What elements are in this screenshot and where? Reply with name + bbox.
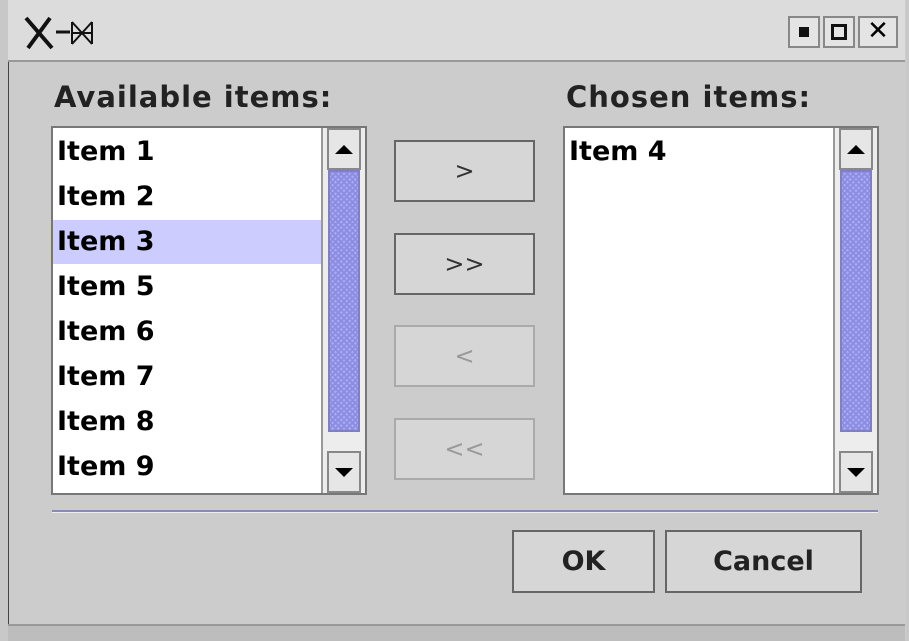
x-window-logo-icon (24, 16, 93, 50)
scroll-thumb[interactable] (328, 170, 360, 432)
list-item[interactable]: Item 5 (57, 265, 155, 309)
scroll-down-button[interactable] (839, 451, 873, 493)
bottom-frame-strip (8, 624, 905, 641)
list-item[interactable]: Item 2 (57, 175, 155, 219)
available-items-label: Available items: (54, 80, 333, 114)
minimize-button[interactable] (788, 16, 820, 48)
list-item[interactable]: Item 6 (57, 310, 155, 354)
close-button[interactable]: ✕ (858, 16, 898, 48)
ok-button[interactable]: OK (512, 530, 655, 593)
available-items-list[interactable]: Item 1 Item 2 Item 3 Item 5 Item 6 Item 7 Item… (51, 126, 367, 495)
cancel-button[interactable]: Cancel (665, 530, 862, 593)
scroll-up-button[interactable] (327, 128, 361, 170)
list-item[interactable]: Item 4 (569, 130, 667, 174)
title-bar[interactable]: ✕ (8, 0, 905, 62)
available-list-scrollbar[interactable] (321, 128, 365, 493)
add-all-button[interactable]: >> (394, 233, 535, 295)
scroll-thumb[interactable] (840, 170, 872, 432)
chosen-items-list[interactable]: Item 4 (563, 126, 879, 495)
list-item[interactable]: Item 8 (57, 400, 155, 444)
maximize-icon (831, 24, 847, 40)
chevron-up-icon (847, 144, 865, 154)
maximize-button[interactable] (823, 16, 855, 48)
scroll-down-button[interactable] (327, 451, 361, 493)
scroll-up-button[interactable] (839, 128, 873, 170)
close-icon: ✕ (867, 16, 889, 46)
chosen-list-scrollbar[interactable] (833, 128, 877, 493)
chosen-items-label: Chosen items: (566, 80, 812, 114)
list-item[interactable]: Item 1 (57, 130, 155, 174)
add-selected-button[interactable]: > (394, 140, 535, 202)
remove-selected-button[interactable]: < (394, 325, 535, 387)
remove-all-button[interactable]: << (394, 418, 535, 480)
separator (52, 510, 878, 513)
chevron-down-icon (335, 467, 353, 477)
chevron-down-icon (847, 467, 865, 477)
minimize-icon (799, 27, 809, 37)
chevron-up-icon (335, 144, 353, 154)
list-item[interactable]: Item 9 (57, 445, 155, 489)
list-item[interactable]: Item 3 (53, 220, 321, 264)
list-item[interactable]: Item 7 (57, 355, 155, 399)
